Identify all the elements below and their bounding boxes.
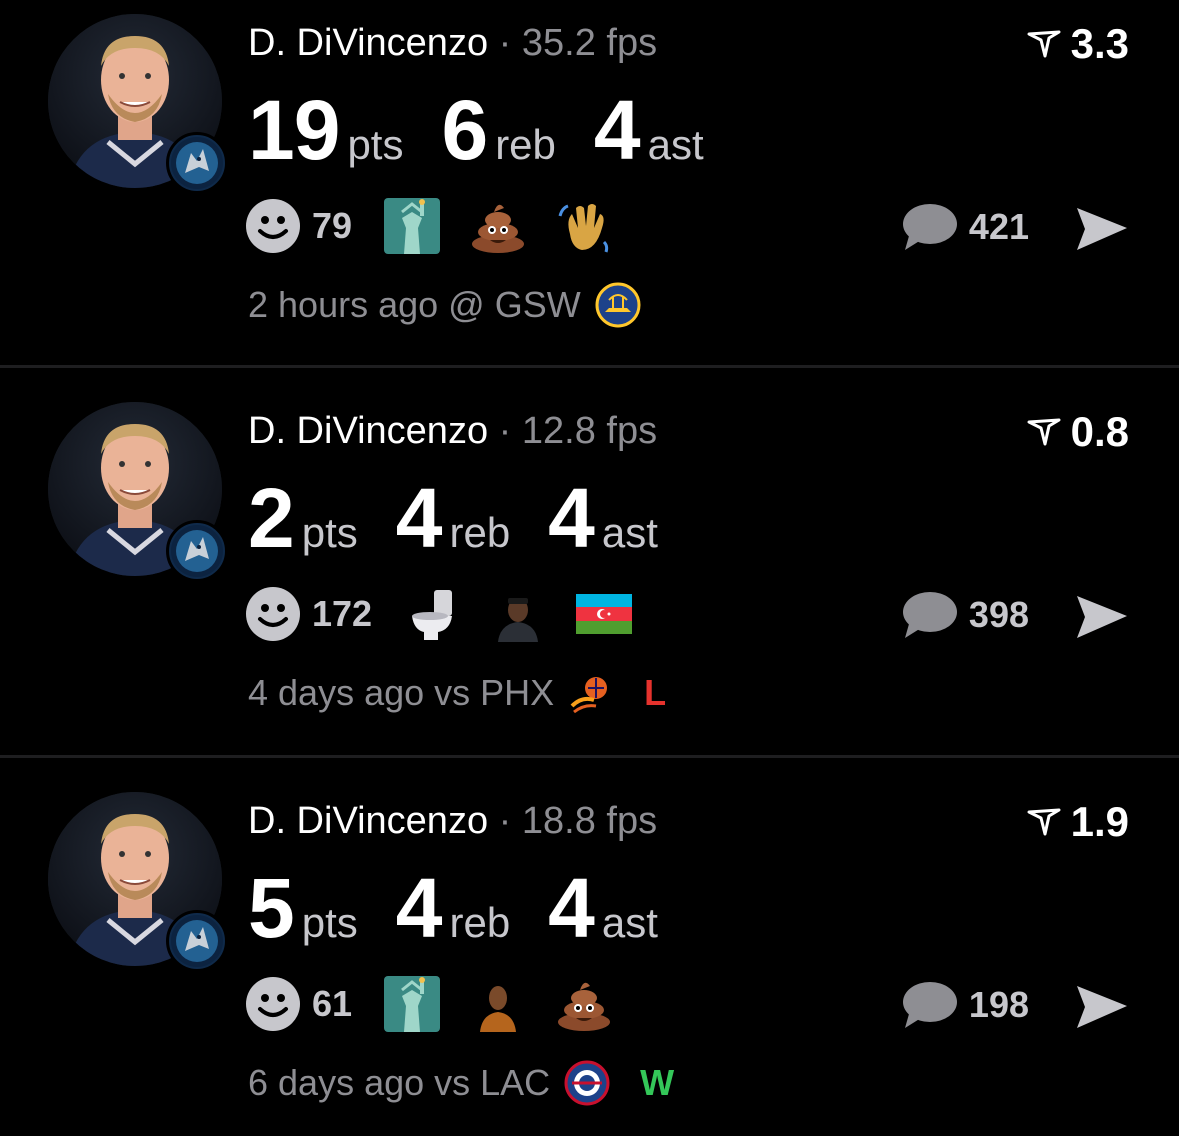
game-result-loss: L	[644, 672, 667, 713]
stat-value-reb: 6	[441, 83, 488, 177]
post-card[interactable]: D. DiVincenzo · 18.8 fps 1.9 5 pts 4 reb…	[0, 758, 1179, 1136]
fantasy-points: 18.8 fps	[521, 800, 658, 842]
suns-logo-icon	[570, 677, 608, 714]
reaction-count: 172	[312, 593, 373, 634]
stat-value-ast: 4	[593, 83, 641, 177]
azerbaijan-flag-emoji-icon[interactable]	[576, 586, 633, 642]
post-header: D. DiVincenzo · 12.8 fps	[248, 410, 657, 453]
react-smiley-icon[interactable]	[246, 199, 300, 253]
stat-unit-pts: pts	[301, 899, 358, 946]
stat-value-pts: 19	[248, 83, 340, 177]
react-smiley-icon[interactable]	[246, 587, 300, 641]
comment-bubble-icon	[902, 204, 957, 250]
reactions-bar: 79	[246, 198, 642, 254]
rating-score: 1.9	[1027, 798, 1129, 846]
comment-bubble-icon	[902, 982, 957, 1028]
fantasy-points: 12.8 fps	[521, 410, 658, 452]
share-send-icon[interactable]	[1073, 204, 1131, 259]
comment-count: 421	[968, 206, 1029, 247]
person-photo-emoji-icon[interactable]	[470, 976, 527, 1032]
timberwolves-logo-icon	[166, 910, 228, 972]
stat-value-ast: 4	[548, 471, 595, 565]
reaction-count: 79	[312, 205, 353, 246]
stat-unit-reb: reb	[449, 899, 511, 946]
game-result-win: W	[640, 1062, 675, 1103]
comment-count: 398	[968, 594, 1029, 635]
reactions-bar: 172	[246, 586, 662, 642]
stat-value-reb: 4	[395, 861, 443, 955]
stat-value-ast: 4	[548, 861, 595, 955]
comments-button[interactable]: 198	[901, 980, 1029, 1030]
player-name[interactable]: D. DiVincenzo	[248, 410, 488, 452]
time-opponent: 2 hours ago @ GSW	[248, 284, 581, 325]
separator: ·	[498, 410, 512, 452]
stat-line: 19 pts 6 reb 4 ast	[248, 82, 704, 179]
comments-button[interactable]: 421	[901, 202, 1029, 252]
post-card[interactable]: D. DiVincenzo · 12.8 fps 0.8 2 pts 4 reb…	[0, 368, 1179, 758]
rating-value: 0.8	[1070, 408, 1129, 455]
stat-unit-pts: pts	[347, 121, 404, 168]
player-name[interactable]: D. DiVincenzo	[248, 800, 488, 842]
rating-arrow-icon	[1027, 418, 1061, 446]
separator: ·	[498, 22, 512, 64]
stat-value-pts: 2	[248, 471, 295, 565]
poop-emoji-icon[interactable]	[556, 976, 612, 1032]
comment-count: 198	[968, 984, 1029, 1025]
rating-score: 0.8	[1027, 408, 1129, 456]
time-opponent: 4 days ago vs PHX	[248, 672, 555, 713]
game-info: 6 days ago vs LAC W	[248, 1060, 674, 1106]
rating-score: 3.3	[1027, 20, 1129, 68]
game-info: 4 days ago vs PHX L	[248, 670, 666, 716]
waving-hand-emoji-icon[interactable]	[556, 198, 612, 254]
post-header: D. DiVincenzo · 18.8 fps	[248, 800, 657, 843]
share-send-icon[interactable]	[1073, 592, 1131, 647]
share-send-icon[interactable]	[1073, 982, 1131, 1037]
stat-line: 2 pts 4 reb 4 ast	[248, 470, 658, 567]
statue-of-liberty-emoji-icon[interactable]	[384, 976, 441, 1032]
stat-unit-reb: reb	[449, 509, 511, 556]
stat-unit-ast: ast	[601, 509, 658, 556]
stat-line: 5 pts 4 reb 4 ast	[248, 860, 658, 957]
rating-value: 1.9	[1070, 798, 1129, 845]
warriors-logo-icon	[595, 282, 641, 328]
timberwolves-logo-icon	[166, 520, 228, 582]
stat-value-pts: 5	[248, 861, 295, 955]
timberwolves-logo-icon	[166, 132, 228, 194]
player-name[interactable]: D. DiVincenzo	[248, 22, 488, 64]
comment-bubble-icon	[902, 592, 957, 638]
rating-arrow-icon	[1027, 808, 1061, 836]
post-header: D. DiVincenzo · 35.2 fps	[248, 22, 657, 65]
rating-value: 3.3	[1070, 20, 1129, 67]
clippers-logo-icon	[564, 1060, 610, 1106]
stat-unit-pts: pts	[301, 509, 358, 556]
stat-unit-reb: reb	[495, 121, 556, 168]
game-info: 2 hours ago @ GSW	[248, 282, 641, 328]
separator: ·	[498, 800, 512, 842]
stat-value-reb: 4	[395, 471, 443, 565]
post-card[interactable]: D. DiVincenzo · 35.2 fps 3.3 19 pts 6 re…	[0, 0, 1179, 368]
person-photo-emoji-icon[interactable]	[490, 586, 547, 642]
statue-of-liberty-emoji-icon[interactable]	[384, 198, 441, 254]
poop-emoji-icon[interactable]	[470, 198, 526, 254]
rating-arrow-icon	[1027, 30, 1061, 58]
stat-unit-ast: ast	[647, 121, 704, 168]
fantasy-points: 35.2 fps	[521, 22, 658, 64]
toilet-emoji-icon[interactable]	[404, 586, 460, 642]
stat-unit-ast: ast	[601, 899, 658, 946]
time-opponent: 6 days ago vs LAC	[248, 1062, 551, 1103]
reactions-bar: 61	[246, 976, 642, 1032]
reaction-count: 61	[312, 983, 353, 1024]
react-smiley-icon[interactable]	[246, 977, 300, 1031]
comments-button[interactable]: 398	[901, 590, 1029, 640]
